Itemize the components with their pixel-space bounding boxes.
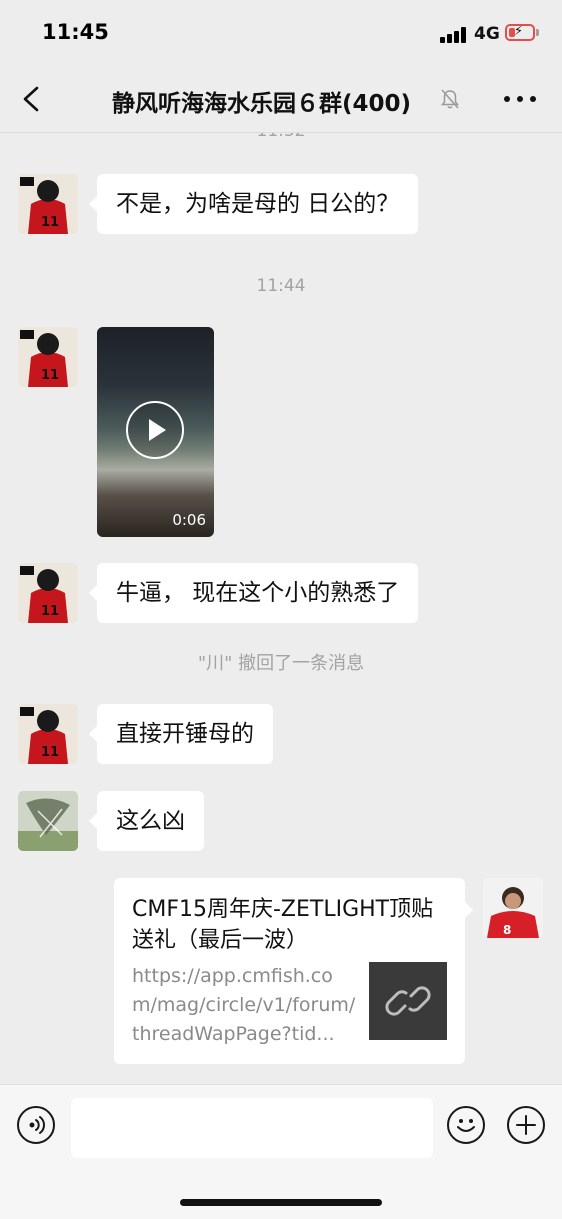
battery-tip xyxy=(536,29,539,36)
message-bubble[interactable]: 这么凶 xyxy=(89,791,204,851)
timestamp: 11:44 xyxy=(256,276,306,296)
link-card-title: CMF15周年庆-ZETLIGHT顶贴送礼（最后一波） xyxy=(132,897,434,953)
signal-icon xyxy=(440,27,468,43)
battery-icon: ⚡ xyxy=(505,24,535,41)
svg-text:11: 11 xyxy=(41,604,59,619)
video-message[interactable]: 0:06 xyxy=(97,327,214,537)
status-bar: 11:45 4G ⚡ xyxy=(0,0,562,66)
chat-header: 静风听海海水乐园６群(400) xyxy=(0,66,562,133)
svg-text:8: 8 xyxy=(503,923,511,937)
avatar[interactable]: 11 xyxy=(18,174,78,234)
avatar[interactable]: 11 xyxy=(18,327,78,387)
status-time: 11:45 xyxy=(42,20,109,44)
message-input[interactable] xyxy=(71,1098,433,1158)
svg-text:11: 11 xyxy=(41,215,59,230)
message-bubble[interactable]: 不是，为啥是母的 日公的？ xyxy=(88,174,419,234)
emoji-icon[interactable] xyxy=(447,1106,485,1144)
message-bubble[interactable]: 直接开锤母的 xyxy=(89,704,273,764)
link-icon xyxy=(369,962,447,1040)
recall-notice: "川" 撤回了一条消息 xyxy=(197,653,365,674)
avatar[interactable] xyxy=(18,791,78,851)
avatar[interactable]: 11 xyxy=(18,704,78,764)
chat-title: 静风听海海水乐园６群(400) xyxy=(112,91,412,117)
link-card-message[interactable]: CMF15周年庆-ZETLIGHT顶贴送礼（最后一波） https://app.… xyxy=(114,878,473,1064)
plus-icon[interactable] xyxy=(507,1106,545,1144)
video-duration: 0:06 xyxy=(172,511,206,529)
network-type: 4G xyxy=(474,24,500,44)
mute-bell-icon xyxy=(440,89,460,109)
svg-text:11: 11 xyxy=(41,745,59,760)
voice-icon[interactable] xyxy=(17,1106,55,1144)
link-card-url: https://app.cmfish.com/mag/circle/v1/for… xyxy=(132,965,356,1045)
home-indicator[interactable] xyxy=(180,1199,382,1206)
svg-text:11: 11 xyxy=(41,368,59,383)
my-avatar[interactable]: 8 xyxy=(483,878,543,938)
back-icon[interactable] xyxy=(22,86,40,112)
more-icon[interactable] xyxy=(504,96,536,102)
message-bubble[interactable]: 牛逼， 现在这个小的熟悉了 xyxy=(88,563,419,623)
play-icon[interactable] xyxy=(126,401,184,459)
avatar[interactable]: 11 xyxy=(18,563,78,623)
